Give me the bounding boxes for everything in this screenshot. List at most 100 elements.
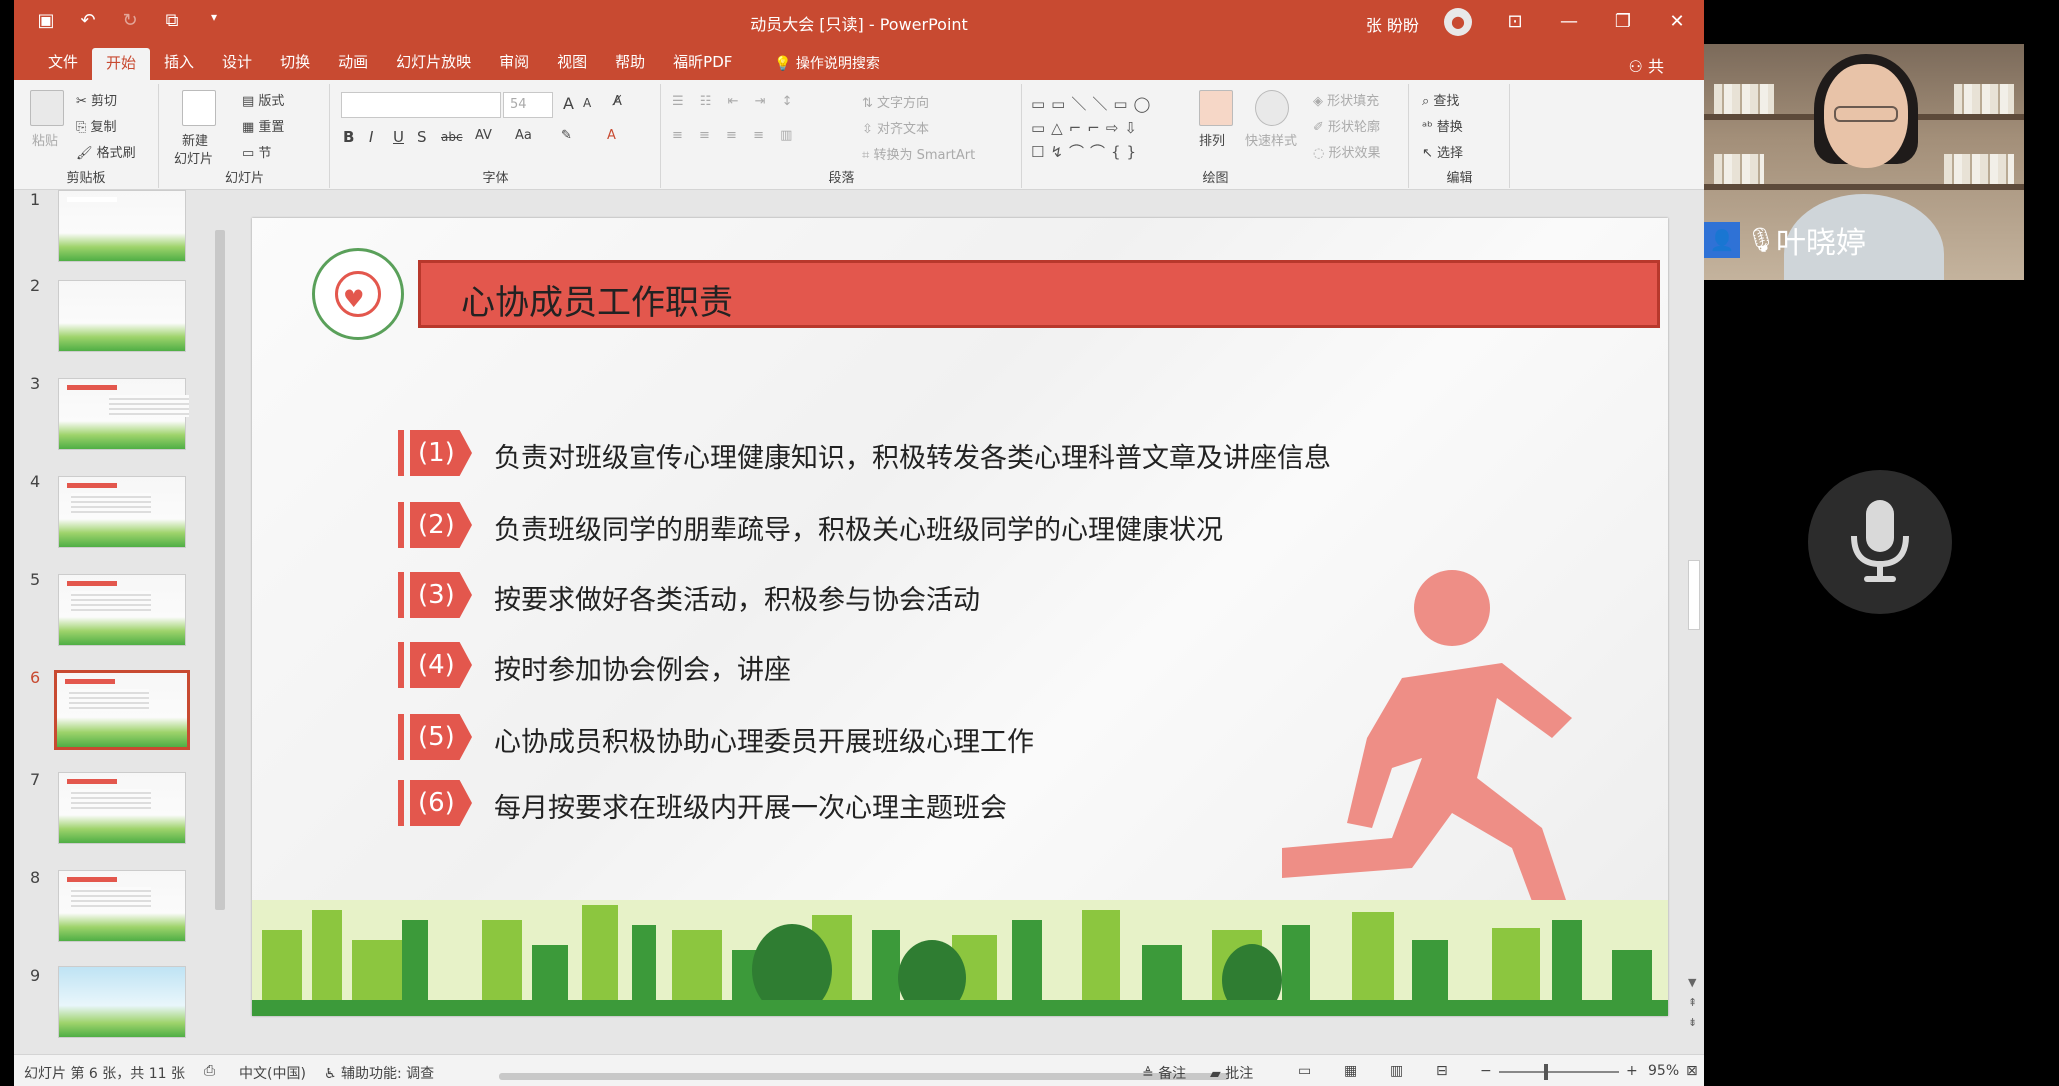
change-case-button[interactable]: Aa: [515, 128, 532, 143]
quick-styles-button[interactable]: 快速样式: [1245, 130, 1297, 149]
slide-canvas[interactable]: ♥ 心协成员工作职责 (1) 负责对班级宣传心理健康知识，积极转发各类心理科普文…: [252, 218, 1668, 1016]
restore-icon[interactable]: ❐: [1596, 0, 1650, 44]
paste-icon[interactable]: [30, 90, 64, 126]
shrink-font-button[interactable]: A: [583, 96, 591, 110]
shape-effects-button[interactable]: ◌ 形状效果: [1313, 142, 1381, 161]
tab-animations[interactable]: 动画: [324, 44, 382, 80]
scroll-down-icon[interactable]: ▼: [1688, 976, 1696, 989]
participant-video[interactable]: 👤 🎙 叶晓婷: [1704, 44, 2024, 280]
reset-button[interactable]: ▦ 重置: [242, 116, 284, 135]
replace-button[interactable]: ᵃᵇ 替换: [1422, 116, 1463, 135]
bold-button[interactable]: B: [343, 128, 354, 146]
fit-slide-icon[interactable]: ⊠: [1686, 1063, 1698, 1079]
highlight-icon[interactable]: ✎: [561, 128, 572, 143]
font-color-icon[interactable]: A: [607, 128, 616, 143]
comments-button[interactable]: ▰ 批注: [1210, 1063, 1253, 1083]
spell-check-icon[interactable]: ⎙: [204, 1063, 215, 1079]
slide-thumbnail-7[interactable]: [58, 772, 186, 844]
normal-view-icon[interactable]: ▭: [1298, 1063, 1311, 1079]
slide-thumbnail-1[interactable]: [58, 190, 186, 262]
quick-styles-icon[interactable]: [1255, 90, 1289, 126]
duty-item[interactable]: (1) 负责对班级宣传心理健康知识，积极转发各类心理科普文章及讲座信息: [398, 430, 1498, 478]
section-button[interactable]: ▭ 节: [242, 142, 271, 161]
align-text-button[interactable]: ⇳ 对齐文本: [862, 118, 929, 137]
lightbulb-icon: 💡: [774, 56, 792, 72]
list-buttons[interactable]: ☰ ☷ ⇤ ⇥ ↕: [672, 94, 799, 109]
slide-sorter-icon[interactable]: ▦: [1344, 1063, 1357, 1079]
shadow-button[interactable]: S: [417, 128, 427, 146]
layout-button[interactable]: ▤ 版式: [242, 90, 284, 109]
zoom-in-button[interactable]: +: [1626, 1063, 1638, 1079]
character-spacing-button[interactable]: AV: [475, 128, 492, 143]
select-button[interactable]: ↖ 选择: [1422, 142, 1463, 161]
align-buttons[interactable]: ≡ ≡ ≡ ≡ ▥: [672, 128, 798, 143]
tell-me-search[interactable]: 💡 操作说明搜索: [774, 53, 880, 73]
clear-format-icon[interactable]: A̸: [613, 94, 622, 109]
tab-file[interactable]: 文件: [34, 44, 92, 80]
tab-insert[interactable]: 插入: [150, 44, 208, 80]
notes-button[interactable]: ≜ 备注: [1142, 1063, 1186, 1083]
underline-button[interactable]: U: [393, 128, 404, 146]
zoom-slider-thumb[interactable]: [1544, 1064, 1548, 1080]
thumbnails-scrollbar[interactable]: [210, 190, 230, 1054]
zoom-slider[interactable]: [1499, 1071, 1619, 1073]
accessibility-status[interactable]: ♿ 辅助功能: 调查: [324, 1063, 434, 1083]
ribbon-display-icon[interactable]: ⊡: [1488, 0, 1542, 44]
language-indicator[interactable]: 中文(中国): [239, 1063, 306, 1083]
slideshow-view-icon[interactable]: ⊟: [1436, 1063, 1448, 1079]
slide-thumbnail-3[interactable]: [58, 378, 189, 450]
tab-slideshow[interactable]: 幻灯片放映: [382, 44, 485, 80]
tab-home[interactable]: 开始: [92, 48, 151, 80]
microphone-button[interactable]: [1808, 470, 1952, 614]
tab-help[interactable]: 帮助: [601, 44, 659, 80]
scroll-thumb[interactable]: [1688, 560, 1700, 630]
user-name[interactable]: 张 盼盼: [1366, 12, 1419, 36]
slide-scrollbar[interactable]: ▼ ⇞ ⇟: [1684, 190, 1704, 1054]
new-slide-icon[interactable]: [182, 90, 216, 126]
user-avatar-icon[interactable]: ●: [1444, 8, 1472, 36]
reading-view-icon[interactable]: ▥: [1390, 1063, 1403, 1079]
duty-item[interactable]: (2) 负责班级同学的朋辈疏导，积极关心班级同学的心理健康状况: [398, 502, 1498, 550]
shape-fill-button[interactable]: ◈ 形状填充: [1313, 90, 1379, 109]
cut-button[interactable]: ✂ 剪切: [76, 90, 117, 109]
tab-view[interactable]: 视图: [543, 44, 601, 80]
text-direction-button[interactable]: ⇅ 文字方向: [862, 92, 929, 111]
slide-thumbnail-2[interactable]: [58, 280, 186, 352]
new-slide-label-2[interactable]: 幻灯片: [174, 148, 213, 167]
font-name-box[interactable]: [341, 92, 501, 118]
font-size-box[interactable]: 54: [503, 92, 553, 118]
slide-counter: 幻灯片 第 6 张，共 11 张: [24, 1066, 185, 1082]
share-button[interactable]: ⚇ 共: [1629, 53, 1664, 77]
find-button[interactable]: ⌕ 查找: [1422, 90, 1459, 109]
previous-slide-icon[interactable]: ⇞: [1688, 996, 1697, 1009]
zoom-level[interactable]: 95%: [1648, 1063, 1679, 1079]
next-slide-icon[interactable]: ⇟: [1688, 1016, 1697, 1029]
shape-outline-button[interactable]: ✐ 形状轮廓: [1313, 116, 1380, 135]
arrange-icon[interactable]: [1199, 90, 1233, 126]
slide-thumbnail-9[interactable]: [58, 966, 186, 1038]
zoom-out-button[interactable]: −: [1480, 1063, 1492, 1079]
thumb-number: 8: [30, 868, 41, 887]
paste-button[interactable]: 粘贴: [32, 130, 58, 149]
tab-design[interactable]: 设计: [208, 44, 266, 80]
italic-button[interactable]: I: [369, 128, 373, 146]
grow-font-button[interactable]: A: [563, 94, 574, 113]
slide-thumbnail-6[interactable]: [54, 670, 190, 750]
copy-button[interactable]: ⎘ 复制: [76, 116, 117, 135]
tab-foxit-pdf[interactable]: 福昕PDF: [659, 44, 746, 80]
slide-title[interactable]: 心协成员工作职责: [461, 275, 733, 324]
format-painter-button[interactable]: 🖌 格式刷: [76, 142, 136, 161]
shapes-gallery[interactable]: ▭▭＼＼▭◯ ▭△⌐⌐⇨⇩ ☐↯⌒⌒{}: [1031, 92, 1181, 164]
minimize-icon[interactable]: —: [1542, 0, 1596, 44]
slide-thumbnail-5[interactable]: [58, 574, 186, 646]
tab-transitions[interactable]: 切换: [266, 44, 324, 80]
new-slide-label-1[interactable]: 新建: [182, 130, 208, 149]
close-icon[interactable]: ✕: [1650, 0, 1704, 44]
slide-thumbnail-4[interactable]: [58, 476, 186, 548]
tab-review[interactable]: 审阅: [485, 44, 543, 80]
arrange-button[interactable]: 排列: [1199, 130, 1225, 149]
strikethrough-button[interactable]: abc: [441, 130, 463, 144]
smartart-button[interactable]: ⌗ 转换为 SmartArt: [862, 144, 975, 163]
slide-thumbnail-8[interactable]: [58, 870, 186, 942]
horizontal-scrollbar[interactable]: [499, 1073, 1229, 1080]
